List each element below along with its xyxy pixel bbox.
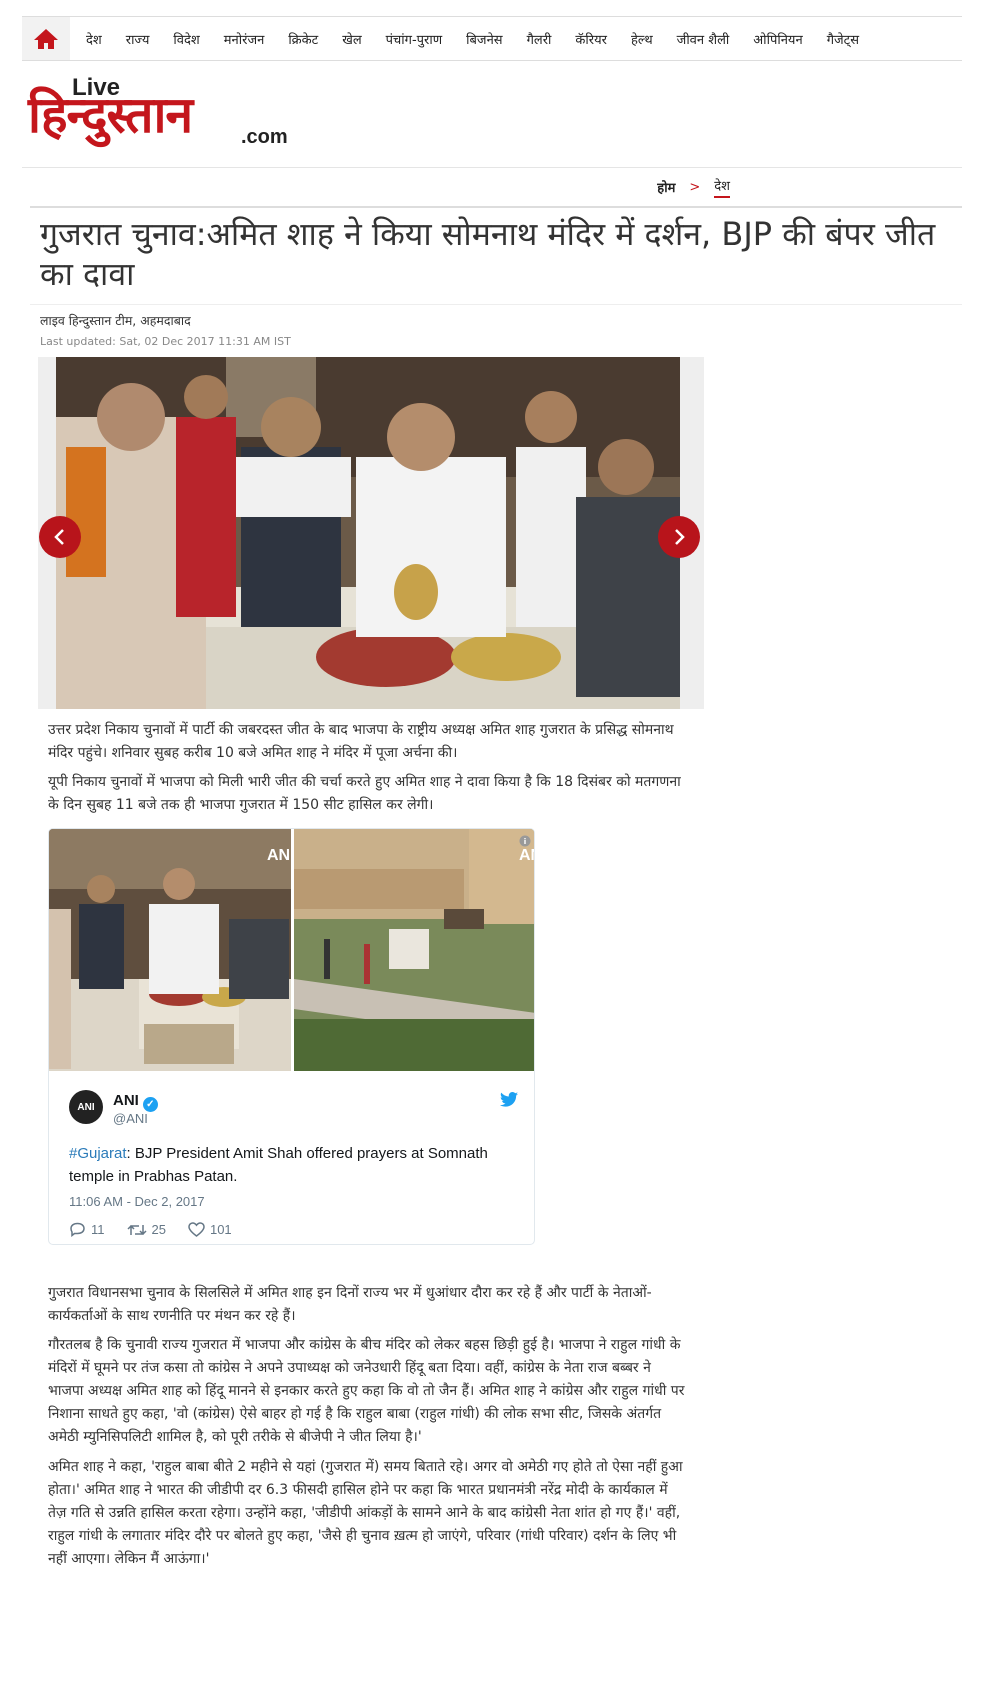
carousel-prev-button[interactable]: [39, 516, 81, 558]
main-photo: [38, 357, 704, 709]
tweet-body: : BJP President Amit Shah offered prayer…: [69, 1145, 488, 1185]
tweet-images: [49, 829, 534, 1071]
breadcrumb-home[interactable]: होम: [657, 178, 675, 196]
breadcrumb: होम > देश: [30, 168, 962, 208]
nav-menu: देश राज्य विदेश मनोरंजन क्रिकेट खेल पंचा…: [74, 30, 871, 48]
chevron-right-icon: [675, 529, 685, 545]
carousel-next-button[interactable]: [658, 516, 700, 558]
nav-item-health[interactable]: हेल्थ: [619, 30, 665, 48]
tweet-image-watermark-right: AN: [519, 847, 534, 864]
article-paragraph-4: गौरतलब है कि चुनावी राज्य गुजरात में भाज…: [48, 1337, 685, 1445]
nav-item-gallery[interactable]: गैलरी: [515, 30, 564, 48]
nav-item-gadgets[interactable]: गैजेट्स: [815, 30, 871, 48]
nav-item-panchang[interactable]: पंचांग-पुराण: [374, 30, 454, 48]
nav-item-opinion[interactable]: ओपिनियन: [741, 30, 814, 48]
tweet-retweet-count: 25: [151, 1222, 166, 1237]
home-icon: [34, 28, 58, 49]
tweet-timestamp[interactable]: 11:06 AM - Dec 2, 2017: [69, 1194, 205, 1209]
chevron-left-icon: [54, 529, 64, 545]
site-logo[interactable]: Live हिन्दुस्तान .com: [28, 74, 318, 160]
nav-item-lifestyle[interactable]: जीवन शैली: [665, 30, 742, 48]
twitter-bird-icon[interactable]: [500, 1092, 518, 1107]
article-paragraph-5: अमित शाह ने कहा, 'राहुल बाबा बीते 2 महीन…: [48, 1459, 683, 1567]
info-icon[interactable]: [519, 835, 531, 847]
tweet-hashtag-link[interactable]: #Gujarat: [69, 1145, 127, 1162]
temple-photo-illustration: [56, 357, 680, 709]
tweet-actions: 11 25 101: [69, 1222, 254, 1237]
article-paragraph-1: उत्तर प्रदेश निकाय चुनावों में पार्टी की…: [48, 722, 674, 761]
tweet-avatar[interactable]: ANI: [69, 1090, 103, 1124]
article-byline: लाइव हिन्दुस्तान टीम, अहमदाबाद: [40, 313, 191, 328]
nav-item-cricket[interactable]: क्रिकेट: [276, 30, 330, 48]
tweet-image-left[interactable]: [49, 829, 291, 1071]
like-icon: [188, 1222, 205, 1237]
top-navigation: देश राज्य विदेश मनोरंजन क्रिकेट खेल पंचा…: [22, 16, 962, 61]
reply-icon: [70, 1222, 85, 1237]
nav-item-business[interactable]: बिजनेस: [454, 30, 514, 48]
tweet-text: #Gujarat: BJP President Amit Shah offere…: [69, 1142, 519, 1188]
nav-item-videsh[interactable]: विदेश: [161, 30, 211, 48]
article-updated: Last updated: Sat, 02 Dec 2017 11:31 AM …: [40, 335, 291, 348]
home-button[interactable]: [22, 17, 70, 60]
tweet-author-name-text: ANI: [113, 1092, 139, 1109]
tweet-like-count: 101: [209, 1222, 232, 1237]
tweet-reply-button[interactable]: 11: [69, 1222, 105, 1237]
tweet-like-button[interactable]: 101: [188, 1222, 232, 1237]
nav-item-rajya[interactable]: राज्य: [114, 30, 162, 48]
embedded-tweet[interactable]: AN AN ANI ANI✓ @ANI #Gujarat: BJP Presid…: [48, 828, 535, 1245]
headline-divider: [30, 304, 962, 305]
tweet-author-name[interactable]: ANI ✓: [113, 1092, 158, 1112]
nav-item-desh[interactable]: देश: [74, 30, 114, 48]
tweet-retweet-button[interactable]: 25: [126, 1222, 166, 1237]
tweet-photo-left: [49, 829, 291, 1071]
breadcrumb-separator: >: [689, 179, 701, 195]
nav-item-career[interactable]: कॅरियर: [563, 30, 619, 48]
breadcrumb-current[interactable]: देश: [714, 176, 730, 198]
tweet-reply-count: 11: [91, 1222, 105, 1237]
article-paragraph-3: गुजरात विधानसभा चुनाव के सिलसिले में अमि…: [48, 1285, 652, 1324]
nav-item-manoranjan[interactable]: मनोरंजन: [212, 30, 277, 48]
logo-com-text: .com: [241, 126, 288, 148]
article-headline: गुजरात चुनाव:अमित शाह ने किया सोमनाथ मंद…: [40, 215, 936, 293]
retweet-icon: [126, 1224, 147, 1235]
tweet-image-right[interactable]: [294, 829, 534, 1071]
nav-item-khel[interactable]: खेल: [330, 30, 373, 48]
logo-main-text: हिन्दुस्तान: [28, 86, 193, 144]
tweet-image-watermark-left: AN: [267, 847, 291, 864]
article-paragraph-2: यूपी निकाय चुनावों में भाजपा को मिली भार…: [48, 774, 681, 813]
logo-band: Live हिन्दुस्तान .com: [22, 62, 962, 168]
verified-icon: ✓: [142, 1097, 158, 1112]
tweet-photo-right: [294, 829, 534, 1071]
tweet-author-handle[interactable]: @ANI: [113, 1111, 148, 1126]
